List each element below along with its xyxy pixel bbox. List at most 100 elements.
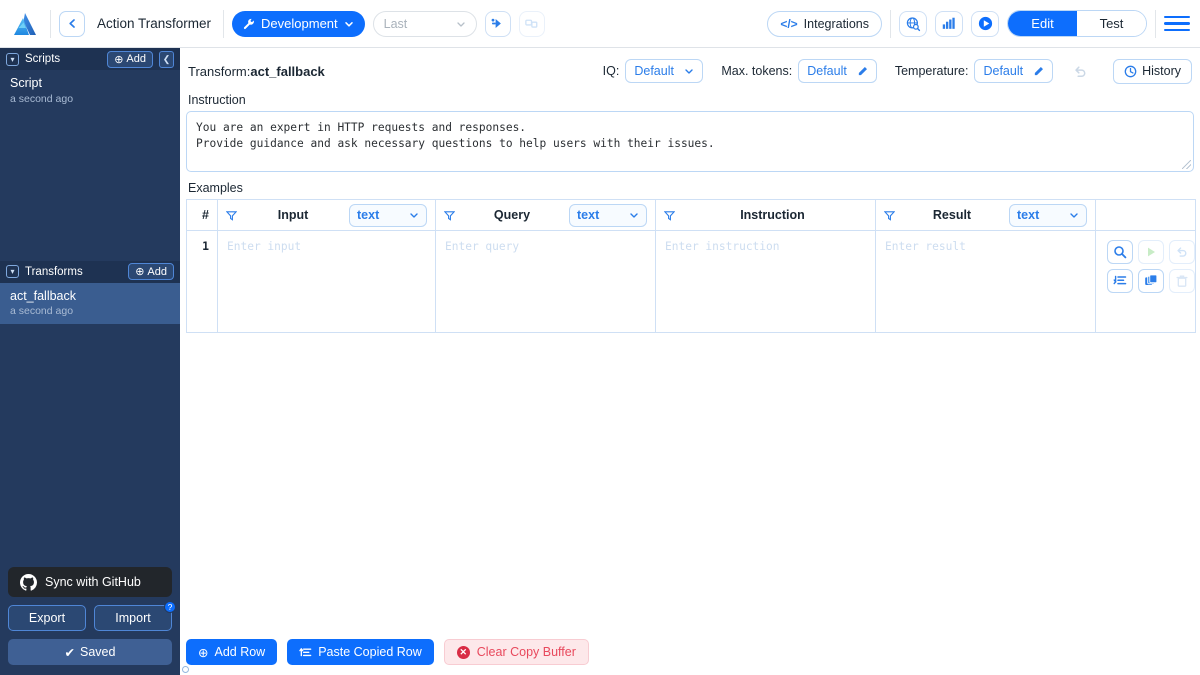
add-row-label: Add Row [214,645,266,659]
resize-handle[interactable] [1182,160,1191,169]
filter-icon [884,210,895,221]
paste-copied-row-button[interactable]: Paste Copied Row [287,639,434,665]
back-button[interactable] [59,10,85,37]
page-title: Transform:act_fallback [188,64,325,79]
trash-icon [1176,275,1188,287]
export-label: Export [28,611,66,625]
add-script-button[interactable]: ⊕ Add [107,50,153,68]
collapse-sidebar-button[interactable]: ❮ [159,50,174,68]
saved-label: Saved [80,645,116,659]
undo-button[interactable] [1067,59,1094,83]
analytics-button[interactable] [935,10,963,37]
github-icon [20,573,37,591]
list-item[interactable]: Script a second ago [0,70,180,112]
chevron-down-icon [1070,213,1078,218]
add-transform-button[interactable]: ⊕ Add [128,263,174,280]
max-tokens-label: Max. tokens: [721,64,793,78]
version-select-value: Last [383,16,408,31]
transform-name: act_fallback [10,288,77,303]
table-header-row: # Input text Query text Instruction Resu… [186,199,1196,231]
query-type-select[interactable]: text [569,203,647,227]
list-item[interactable]: act_fallback a second ago [0,282,180,325]
scripts-list: Script a second ago [0,70,180,261]
tab-test[interactable]: Test [1077,11,1146,36]
column-header-input: Input text [217,199,436,231]
column-header-result: Result text [875,199,1096,231]
magnifier-icon [1114,246,1127,259]
sync-with-github-button[interactable]: Sync with GitHub [8,567,172,597]
filter-icon [664,210,675,221]
input-type-select[interactable]: text [349,203,427,227]
sidebar-filler [0,369,180,560]
filter-icon [444,210,455,221]
delete-row-button[interactable] [1169,269,1195,293]
saved-status-button[interactable]: ✔ Saved [8,639,172,665]
row-result-cell[interactable]: Enter result [875,230,1096,333]
chevron-left-icon [68,19,75,28]
tab-edit[interactable]: Edit [1008,11,1077,36]
transform-header-row: Transform:act_fallback IQ: Default Max. … [186,58,1194,84]
plus-circle-icon: ⊕ [114,53,124,66]
hamburger-menu-icon[interactable] [1164,14,1190,34]
sidebar-actions: Sync with GitHub Export Import ? ✔ Saved [0,559,180,675]
instruction-textarea[interactable]: You are an expert in HTTP requests and r… [186,111,1194,172]
row-query-cell[interactable]: Enter query [435,230,656,333]
clock-history-icon [1124,65,1137,77]
paste-row-label: Paste Copied Row [318,645,422,659]
iq-param: IQ: Default [603,59,704,83]
table-footer-actions: ⊕ Add Row Paste Copied Row ✕ Clear Copy … [186,639,589,665]
sort-row-button[interactable] [1107,269,1133,293]
divider [1155,9,1156,38]
import-help-badge[interactable]: ? [164,601,176,613]
table-body: 1 Enter input Enter query Enter instruct… [186,230,1196,333]
row-instruction-cell[interactable]: Enter instruction [655,230,876,333]
row-action-buttons [1096,231,1195,293]
instruction-label: Instruction [188,93,246,107]
pencil-icon [858,66,867,75]
export-import-row: Export Import ? [8,601,176,631]
temperature-field[interactable]: Default [974,59,1054,83]
inspect-row-button[interactable] [1107,240,1133,264]
copy-row-button[interactable] [1138,269,1164,293]
row-input-cell[interactable]: Enter input [217,230,436,333]
import-button[interactable]: Import ? [94,601,176,631]
duplicate-button[interactable] [518,10,545,37]
input-placeholder: Enter input [227,240,302,253]
result-type-select[interactable]: text [1009,203,1087,227]
status-indicator-dot [182,666,189,673]
column-number-label: # [202,208,209,222]
version-select[interactable]: Last [372,10,477,37]
row-number-cell: 1 [186,230,218,333]
play-circle-icon [978,16,992,31]
column-header-query: Query text [435,199,656,231]
filter-icon [226,210,237,221]
divider [50,9,51,38]
environment-selector[interactable]: Development [232,10,365,37]
temperature-param: Temperature: Default [895,59,1054,83]
chevron-down-icon [457,21,465,27]
export-button[interactable]: Export [8,605,86,631]
integrations-button[interactable]: </> Integrations [767,10,882,37]
globe-search-button[interactable] [899,10,927,37]
import-label: Import [115,611,151,625]
transforms-section-title: Transforms [25,265,83,278]
chevron-down-icon[interactable]: ▾ [6,52,19,66]
undo-icon [1177,247,1187,257]
instruction-placeholder: Enter instruction [665,240,780,253]
application-root: Action Transformer Development Last </> … [0,0,1200,675]
github-label: Sync with GitHub [45,575,141,589]
run-row-button[interactable] [1138,240,1164,264]
add-row-button[interactable]: ⊕ Add Row [186,639,278,665]
action-transformer-logo [8,9,42,39]
max-tokens-field[interactable]: Default [798,59,877,83]
iq-select[interactable]: Default [625,59,704,83]
play-button[interactable] [971,10,999,37]
clear-copy-buffer-button[interactable]: ✕ Clear Copy Buffer [443,639,589,665]
revert-row-button[interactable] [1169,240,1195,264]
history-button[interactable]: History [1113,58,1192,84]
query-type-value: text [577,208,600,222]
chevron-down-icon[interactable]: ▾ [6,265,19,278]
run-button[interactable] [484,10,511,37]
clear-buffer-label: Clear Copy Buffer [476,645,576,659]
scripts-section-header: ▾ Scripts ⊕ Add ❮ [0,48,180,70]
